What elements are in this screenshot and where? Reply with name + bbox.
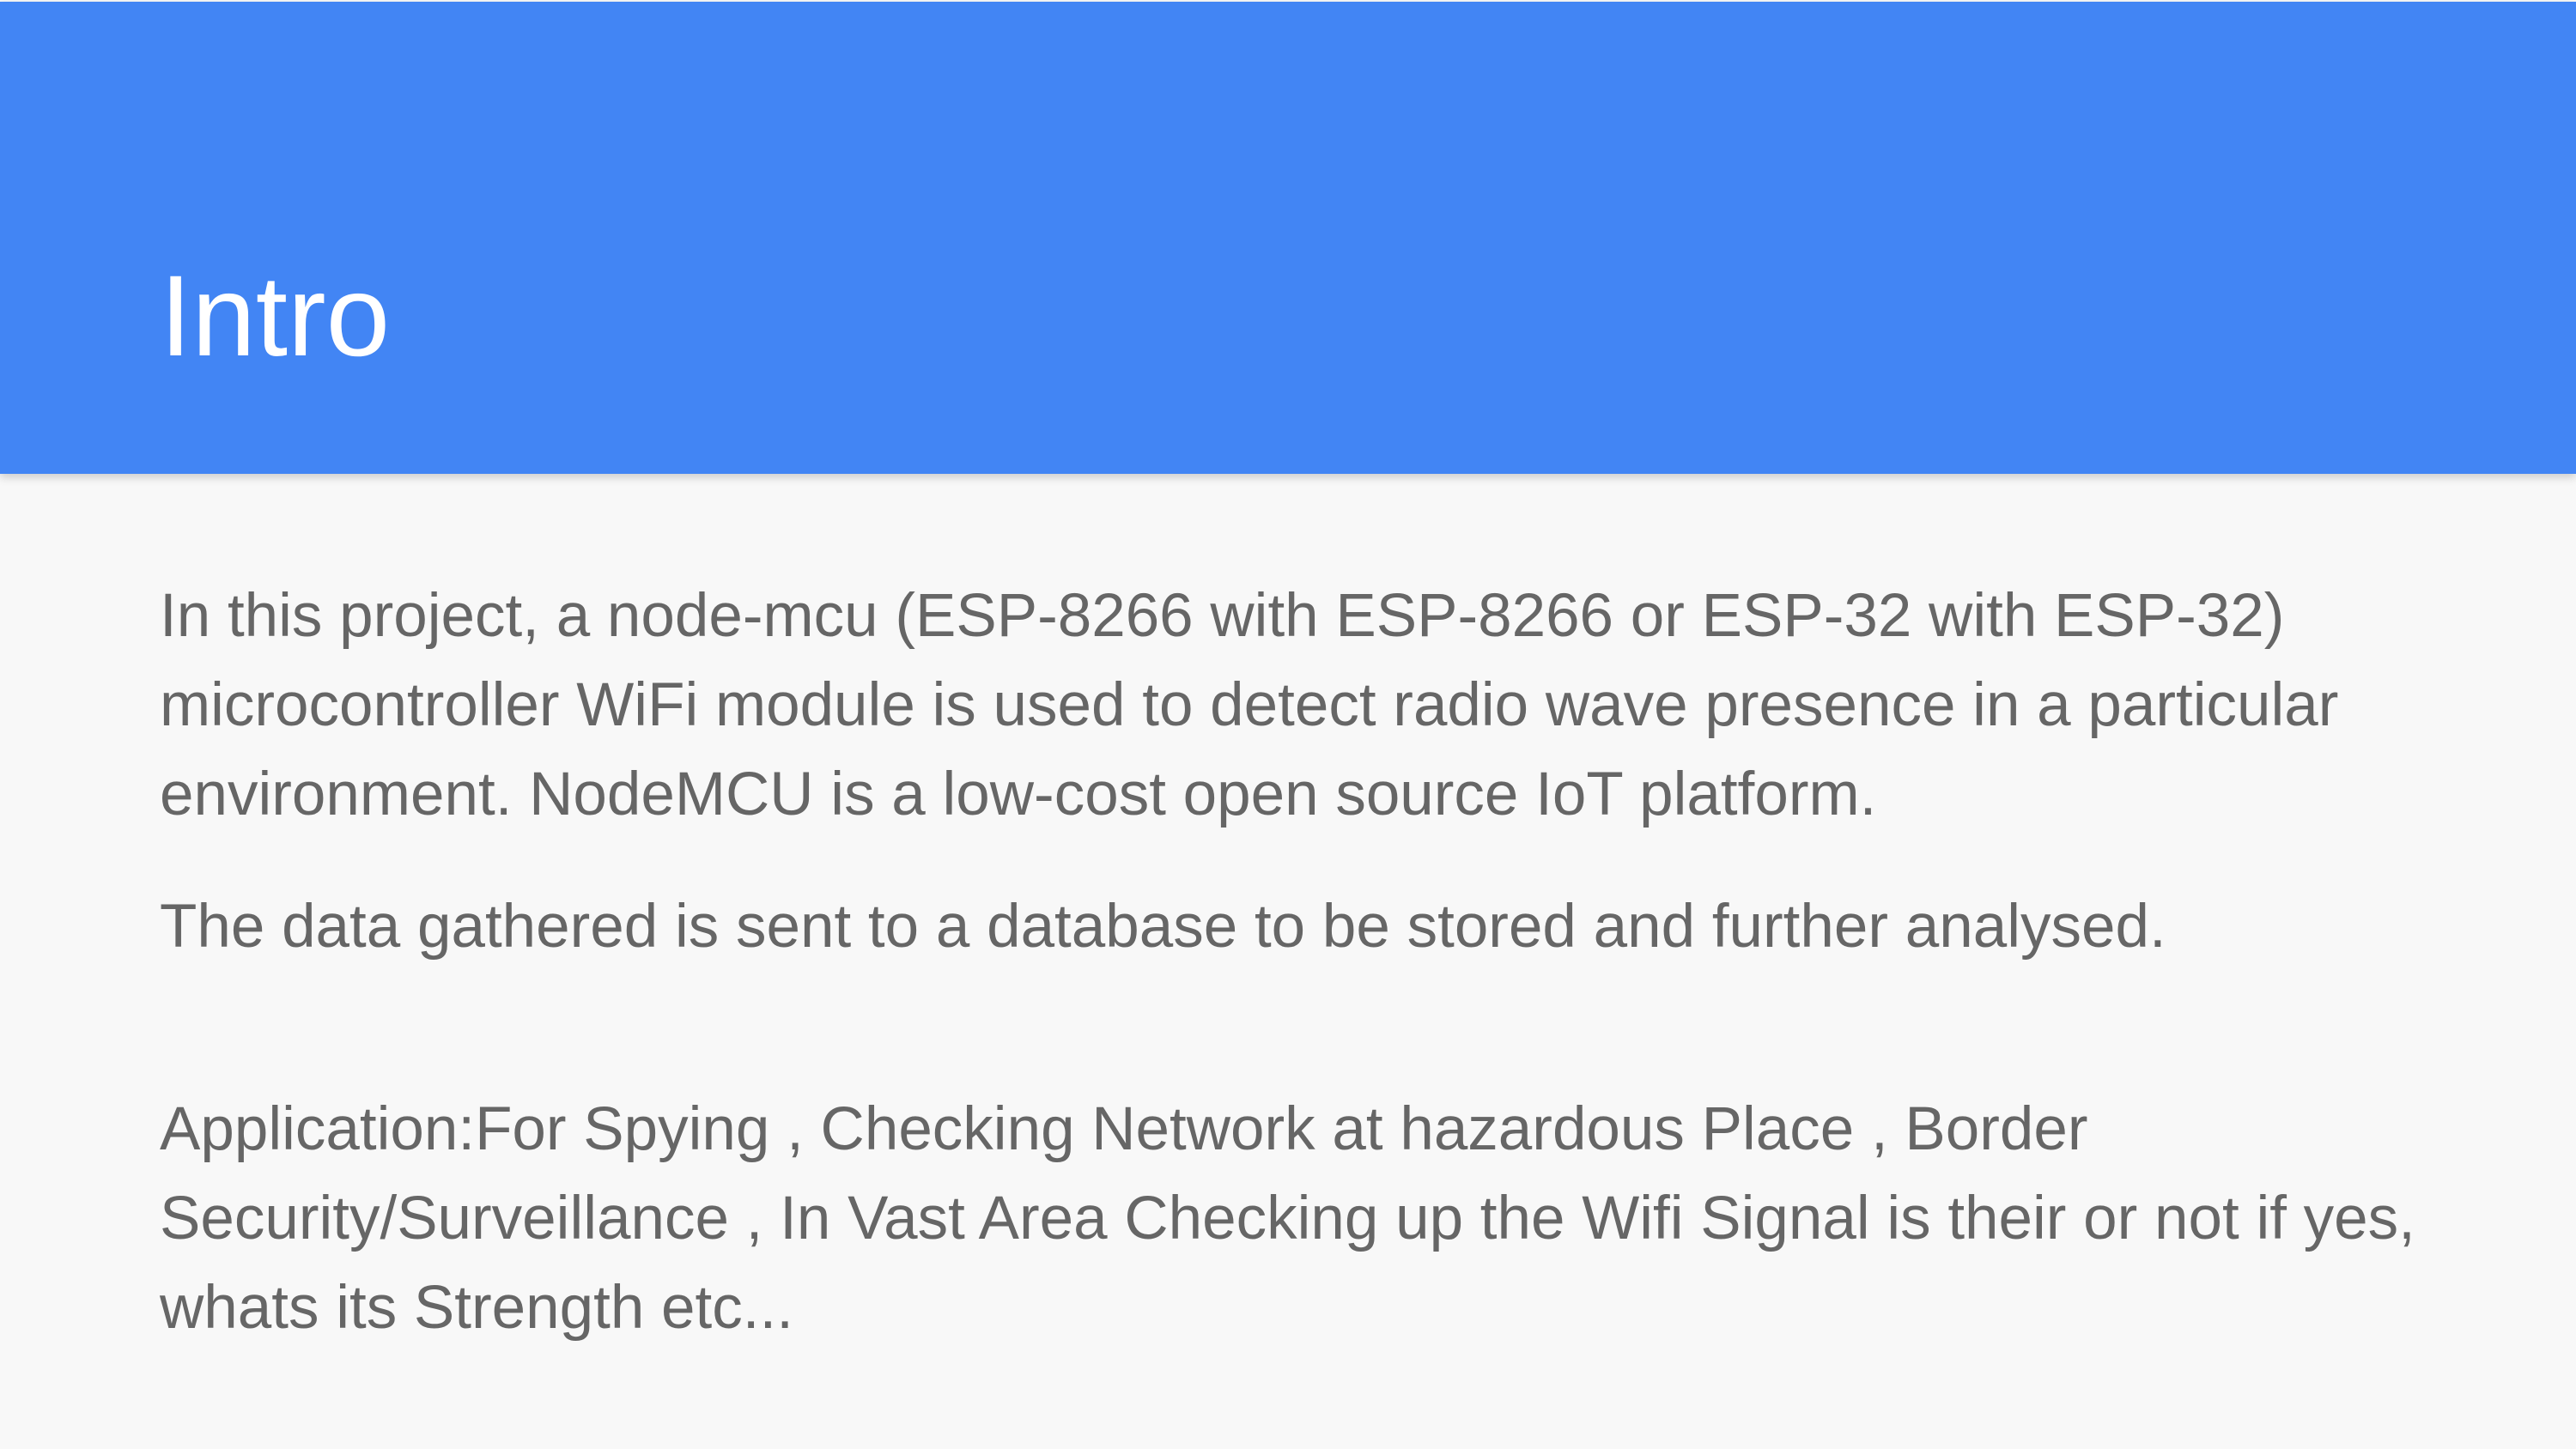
slide-title: Intro [160,252,391,380]
project-description-paragraph: In this project, a node-mcu (ESP-8266 wi… [160,582,2339,828]
data-storage-paragraph: The data gathered is sent to a database … [160,893,2166,961]
slide: Intro In this project, a node-mcu (ESP-8… [0,0,2576,1449]
slide-body: In this project, a node-mcu (ESP-8266 wi… [160,572,2444,1353]
applications-paragraph: Application:For Spying , Checking Networ… [160,1095,2415,1342]
header-band: Intro [0,2,2576,474]
